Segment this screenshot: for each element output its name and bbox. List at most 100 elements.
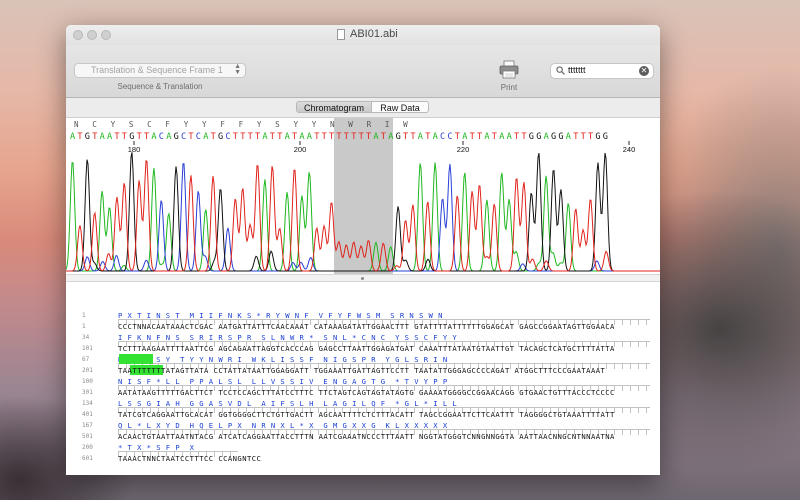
base-call: G [595, 132, 600, 142]
position-label: 220 [457, 145, 470, 154]
base-call: T [470, 132, 475, 142]
base-call: C [196, 132, 201, 142]
aa-row-number: 167 [82, 422, 93, 429]
base-call: G [129, 132, 134, 142]
search-field[interactable]: ttttttt ✕ [550, 63, 654, 79]
base-call: A [507, 132, 513, 142]
base-call: G [174, 132, 179, 142]
base-call: T [351, 132, 356, 142]
base-call: A [107, 132, 113, 142]
base-call: T [366, 132, 371, 142]
base-call: T [514, 132, 519, 142]
base-call: T [211, 132, 216, 142]
base-call: A [544, 132, 550, 142]
base-call: T [322, 132, 327, 142]
base-call: T [344, 132, 349, 142]
chromatogram-aa-row: N C Y S C F Y Y F F Y S Y Y N W R I W [74, 120, 408, 129]
base-call: T [573, 132, 578, 142]
base-call: G [558, 132, 563, 142]
divider-grip-icon [361, 277, 364, 280]
search-icon [556, 66, 565, 75]
base-call: G [551, 132, 556, 142]
tab-chromatogram[interactable]: Chromatogram [296, 101, 372, 113]
aa-row-number: 67 [82, 356, 90, 363]
base-call: C [159, 132, 164, 142]
aa-row-number: 34 [82, 334, 90, 341]
base-call: A [285, 132, 291, 142]
base-call: T [477, 132, 482, 142]
print-button-label: Print [500, 83, 518, 92]
position-label: 240 [623, 145, 636, 154]
base-call: T [292, 132, 297, 142]
dna-sequence-row: CCCTNNACAATAAACTCGAC AATGATTATTTCAACAAAT… [118, 322, 615, 331]
base-call: C [225, 132, 230, 142]
base-call: T [455, 132, 460, 142]
search-input-value[interactable]: ttttttt [568, 65, 586, 75]
base-call: T [137, 132, 142, 142]
base-call: T [492, 132, 497, 142]
base-call: T [114, 132, 119, 142]
dna-sequence-row: TCTTTAAGAATTTTAATTCG AGCAGAATTAGGTCACCCA… [118, 344, 615, 353]
base-call: A [499, 132, 505, 142]
position-label: 200 [294, 145, 307, 154]
frame-select-caption: Sequence & Translation [117, 82, 203, 91]
base-call: A [388, 132, 394, 142]
aa-row-number: 100 [82, 378, 93, 385]
base-call: A [307, 132, 313, 142]
view-segmented-control: Chromatogram Raw Data [66, 98, 660, 118]
base-call: T [381, 132, 386, 142]
base-call: A [100, 132, 106, 142]
chevron-updown-icon: ▲ ▼ [234, 63, 241, 76]
base-call: T [581, 132, 586, 142]
base-call: A [151, 132, 157, 142]
base-call: C [181, 132, 186, 142]
base-call: T [77, 132, 82, 142]
base-call: T [188, 132, 193, 142]
toolbar: Translation & Sequence Frame 1 ▲ ▼ Sequen… [66, 45, 660, 98]
dna-row-number: 501 [82, 433, 93, 440]
dna-row-number: 601 [82, 455, 93, 462]
base-call: A [566, 132, 572, 142]
base-call: G [536, 132, 541, 142]
zoom-window-button[interactable] [101, 30, 111, 40]
frame-select[interactable]: Translation & Sequence Frame 1 ▲ ▼ [74, 63, 246, 78]
frame-select-value: Translation & Sequence Frame 1 [91, 65, 223, 75]
aa-row-number: 1 [82, 312, 86, 319]
base-call: A [373, 132, 379, 142]
minimize-window-button[interactable] [87, 30, 97, 40]
clear-search-icon[interactable]: ✕ [639, 66, 649, 76]
dna-sequence-row: TAAACTNNCTAATCCTTTCC CCANGNTCC [118, 454, 262, 463]
dna-sequence-row: ACAACTGTAATTAATNTACG ATCATCAGGAATTACCTTT… [118, 432, 615, 441]
base-call: A [262, 132, 268, 142]
base-call: T [336, 132, 341, 142]
base-call: G [603, 132, 608, 142]
base-call: A [462, 132, 468, 142]
base-call: G [218, 132, 223, 142]
base-call: T [314, 132, 319, 142]
dna-sequence-row: TAATTTTTTTATAGTTATA CCTATTATAATTGGAGGATT… [118, 366, 606, 375]
base-call: T [270, 132, 275, 142]
base-call: T [403, 132, 408, 142]
window-title: ABI01.abi [350, 28, 398, 40]
base-call: T [255, 132, 260, 142]
tab-raw-data[interactable]: Raw Data [371, 101, 429, 113]
base-call: A [484, 132, 490, 142]
base-call: T [248, 132, 253, 142]
close-window-button[interactable] [73, 30, 83, 40]
position-label: 180 [128, 145, 141, 154]
document-window: ABI01.abi Translation & Sequence Frame 1… [66, 25, 660, 475]
base-call: A [433, 132, 439, 142]
chromatogram-view[interactable]: N C Y S C F Y Y F F Y S Y Y N W R I WA T G… [66, 118, 660, 274]
base-call: G [529, 132, 534, 142]
split-view-divider[interactable] [66, 274, 660, 282]
dna-sequence-row: TATCGTCAGGAATTGCACAT GGTGGGGCTTCTGTTGACT… [118, 410, 615, 419]
base-call: G [396, 132, 401, 142]
search-match-highlight [119, 354, 153, 364]
title-bar[interactable]: ABI01.abi [66, 25, 660, 45]
base-call: T [425, 132, 430, 142]
base-call: T [233, 132, 238, 142]
printer-icon[interactable] [499, 60, 519, 79]
aa-row-number: 134 [82, 400, 93, 407]
sequence-translation-view[interactable]: 1P X T I N S T M I I F N K S * R Y W N F… [66, 282, 660, 475]
base-call: C [447, 132, 452, 142]
